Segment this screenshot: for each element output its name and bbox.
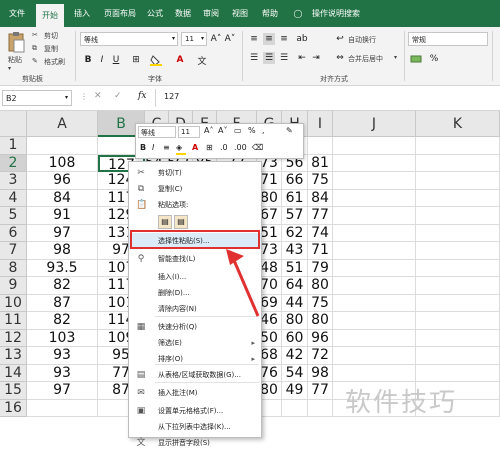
phonetic-icon: 文	[136, 438, 146, 448]
annotation-arrow-shaft	[231, 257, 260, 317]
watermark: 软件技巧	[345, 388, 458, 418]
highlight-box	[130, 230, 260, 249]
annotation-overlay	[130, 230, 260, 317]
